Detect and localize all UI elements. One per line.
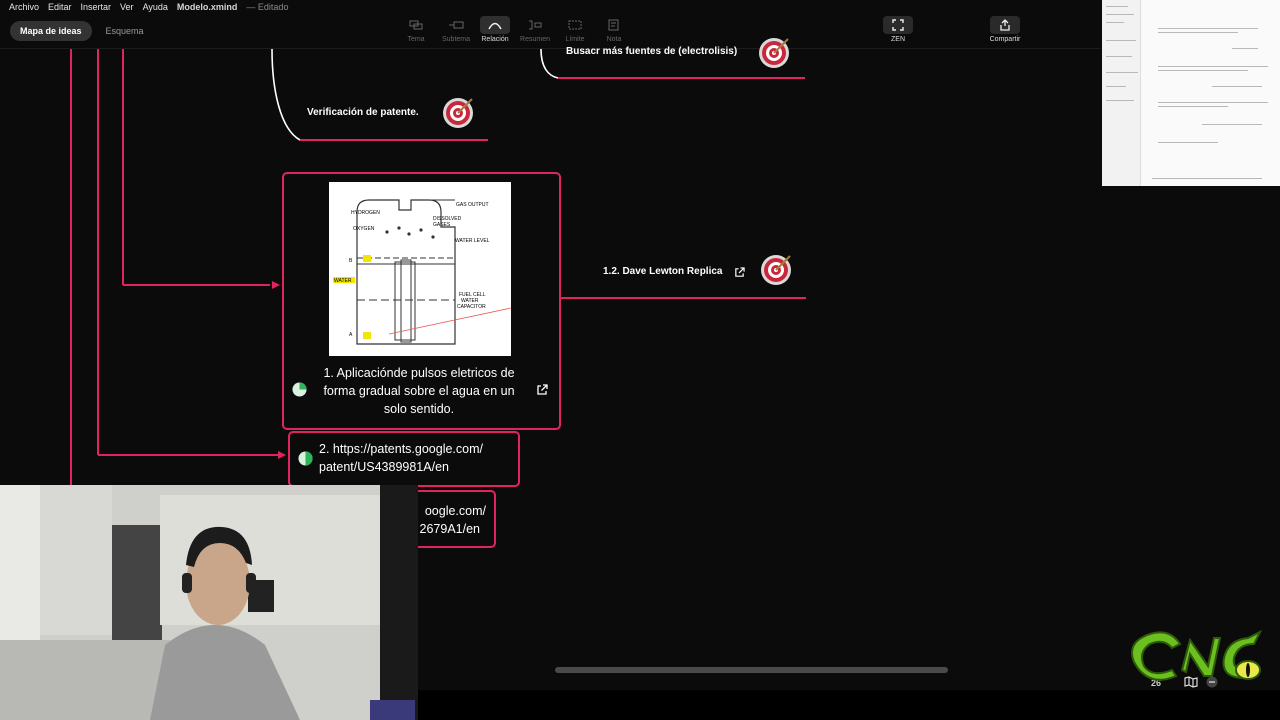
subtopic-label: Subtema — [441, 36, 471, 43]
topic-label: Tema — [407, 36, 425, 43]
diagram-label-a: A — [349, 332, 353, 338]
summary-label: Resumen — [520, 36, 550, 43]
topic-button[interactable]: Tema — [400, 16, 432, 43]
webcam-video — [0, 485, 418, 720]
target-icon — [761, 255, 791, 285]
subtopic-button[interactable]: Subtema — [440, 16, 472, 43]
relationship-button[interactable]: Relación — [479, 16, 511, 43]
view-switch: Mapa de ideas Esquema — [10, 21, 154, 41]
menu-ver[interactable]: Ver — [120, 2, 134, 12]
link-2-line-2: patent/US4389981A/en — [319, 460, 449, 474]
note-label: Nota — [606, 36, 622, 43]
menu-ayuda[interactable]: Ayuda — [143, 2, 168, 12]
topic-search-sources[interactable]: Busacr más fuentes de (electrolisis) — [566, 46, 737, 57]
boundary-button[interactable]: Límite — [559, 16, 591, 43]
tab-outline[interactable]: Esquema — [96, 21, 154, 41]
menu-archivo[interactable]: Archivo — [9, 2, 39, 12]
diagram-label-hydrogen: HYDROGEN — [351, 210, 380, 216]
main-topic-caption: 1. Aplicaciónde pulsos eletricos de form… — [323, 366, 515, 416]
diagram-label-oxygen: OXYGEN — [353, 226, 375, 232]
topic-patent-check[interactable]: Verificación de patente. — [307, 107, 419, 118]
boundary-icon — [560, 16, 590, 34]
relationship-icon — [480, 16, 510, 34]
external-link-icon[interactable] — [536, 384, 548, 396]
electrolysis-diagram-image: GAS OUTPUT HYDROGEN DISSOLVED GASES OXYG… — [329, 182, 511, 356]
zen-button[interactable]: ZEN — [882, 16, 914, 43]
relationship-label: Relación — [481, 36, 509, 43]
boundary-label: Límite — [565, 36, 585, 43]
tab-mind-map[interactable]: Mapa de ideas — [10, 21, 92, 41]
diagram-label-gas-output: GAS OUTPUT — [456, 202, 489, 208]
topic-link-2[interactable]: 2. https://patents.google.com/ patent/US… — [288, 431, 520, 487]
subtopic-icon — [441, 16, 471, 34]
diagram-label-water-level: WATER LEVEL — [455, 238, 490, 244]
topic-main-card[interactable]: GAS OUTPUT HYDROGEN DISSOLVED GASES OXYG… — [282, 172, 561, 430]
external-link-icon[interactable] — [734, 267, 745, 278]
zen-fullscreen-icon — [883, 16, 913, 34]
topic-icon — [401, 16, 431, 34]
link-3-line-2: 2679A1/en — [419, 522, 480, 536]
diagram-label-b: B — [349, 258, 353, 264]
progress-pie-icon — [298, 451, 313, 466]
diagram-label-capacitor: CAPACITOR — [457, 304, 486, 310]
note-icon — [599, 16, 629, 34]
screen-share-thumbnail — [1102, 0, 1280, 186]
target-icon — [443, 98, 473, 128]
status-bar — [418, 690, 1280, 720]
diagram-label-water: WATER — [334, 278, 352, 284]
note-button[interactable]: Nota — [598, 16, 630, 43]
menu-insertar[interactable]: Insertar — [81, 2, 112, 12]
horizontal-scrollbar[interactable] — [418, 667, 1098, 673]
link-3-line-1: oogle.com/ — [424, 504, 486, 518]
share-icon — [990, 16, 1020, 34]
scrollbar-thumb[interactable] — [555, 667, 948, 673]
menu-editar[interactable]: Editar — [48, 2, 72, 12]
menu-bar: Archivo Editar Insertar Ver Ayuda Modelo… — [0, 0, 1109, 14]
target-icon — [759, 38, 789, 68]
topic-dave-lewton[interactable]: 1.2. Dave Lewton Replica — [603, 266, 723, 277]
summary-button[interactable]: Resumen — [519, 16, 551, 43]
share-label: Compartir — [989, 36, 1021, 43]
toolbar: Mapa de ideas Esquema Tema Subtema Relac… — [0, 14, 1100, 48]
channel-logo — [1131, 629, 1263, 681]
summary-icon — [520, 16, 550, 34]
share-button[interactable]: Compartir — [989, 16, 1021, 43]
progress-pie-icon — [292, 382, 307, 397]
file-name: Modelo.xmind — [176, 2, 238, 12]
link-2-line-1: 2. https://patents.google.com/ — [319, 442, 483, 456]
zen-label: ZEN — [891, 36, 905, 43]
diagram-label-gases: GASES — [433, 222, 451, 228]
file-state: — Editado — [246, 2, 289, 12]
